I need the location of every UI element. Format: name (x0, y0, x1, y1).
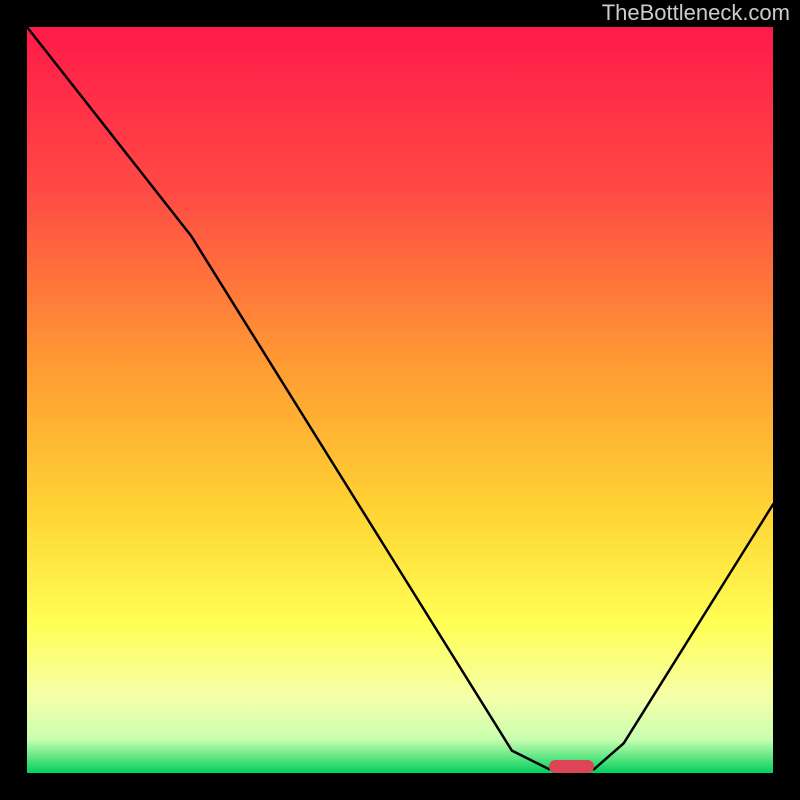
bottleneck-curve (27, 27, 773, 773)
plot-area (27, 27, 773, 773)
watermark-text: TheBottleneck.com (602, 0, 790, 26)
optimal-marker (549, 760, 594, 773)
